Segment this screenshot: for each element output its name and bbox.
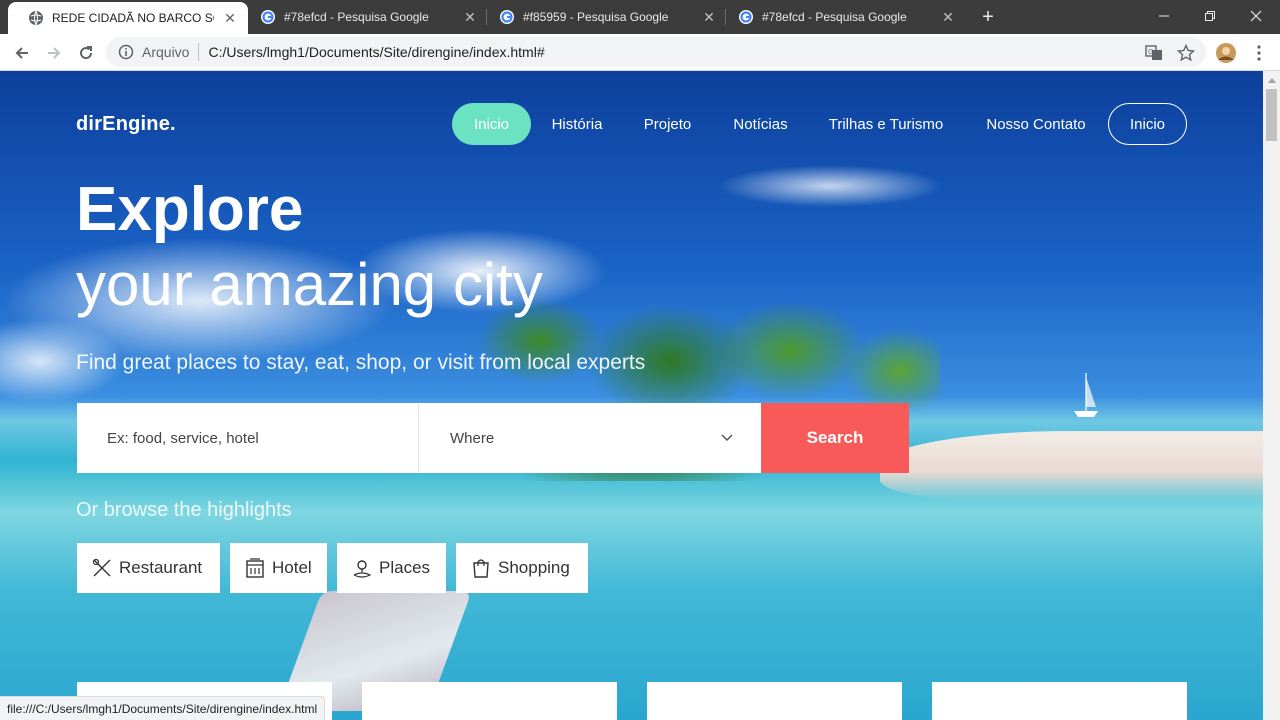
search-form: Ex: food, service, hotel Where Search <box>77 403 909 473</box>
category-shopping[interactable]: Shopping <box>456 543 588 593</box>
svg-text:G: G <box>1148 48 1153 56</box>
map-pin-icon <box>353 560 372 578</box>
scheme-label: Arquivo <box>142 44 190 60</box>
globe-icon <box>29 10 43 26</box>
category-label: Shopping <box>498 558 570 577</box>
address-bar[interactable]: Arquivo C:/Users/lmgh1/Documents/Site/di… <box>106 37 1206 67</box>
sailboat-image <box>1074 373 1098 417</box>
category-restaurant[interactable]: Restaurant <box>77 543 220 593</box>
browse-highlights-label: Or browse the highlights <box>76 499 292 521</box>
hero-title-light: your amazing city <box>76 251 543 318</box>
feature-card[interactable] <box>647 682 902 720</box>
category-label: Places <box>379 558 431 577</box>
new-tab-icon[interactable]: + <box>976 5 1000 29</box>
hotel-icon <box>246 558 264 578</box>
hero-title: Explore <box>76 175 304 244</box>
page-viewport: dirEngine. Inicio História Projeto Notíc… <box>0 71 1263 720</box>
avatar[interactable] <box>1214 41 1238 65</box>
status-bar: file:///C:/Users/lmgh1/Documents/Site/di… <box>0 696 326 720</box>
omnibox-divider <box>198 43 200 61</box>
category-places[interactable]: Places <box>337 543 446 593</box>
hero-subtitle: Find great places to stay, eat, shop, or… <box>76 351 646 374</box>
google-icon <box>261 10 275 24</box>
page-scrollbar[interactable] <box>1263 71 1280 720</box>
tab-inactive[interactable]: #f85959 - Pesquisa Google ✕ <box>479 0 727 34</box>
tab-title: #f85959 - Pesquisa Google <box>523 10 669 24</box>
tab-active[interactable]: REDE CIDADÃ NO BARCO SOLIDÁ ✕ <box>8 2 248 34</box>
restore-icon[interactable] <box>1187 0 1233 32</box>
google-icon <box>739 10 753 24</box>
nav-historia[interactable]: História <box>541 103 613 145</box>
nav-inicio-outline[interactable]: Inicio <box>1108 103 1187 145</box>
nav-nosso-contato[interactable]: Nosso Contato <box>974 103 1098 145</box>
reload-icon[interactable] <box>72 39 100 67</box>
close-window-icon[interactable] <box>1233 0 1279 32</box>
translate-icon[interactable]: G <box>1142 41 1166 65</box>
tab-close-icon[interactable]: ✕ <box>701 9 717 25</box>
chevron-down-icon <box>721 434 733 442</box>
category-hotel[interactable]: Hotel <box>230 543 327 593</box>
site-logo[interactable]: dirEngine. <box>76 113 176 136</box>
beach-sand-image <box>880 431 1263 501</box>
category-label: Restaurant <box>119 558 203 577</box>
browser-toolbar: Arquivo C:/Users/lmgh1/Documents/Site/di… <box>0 34 1280 71</box>
tab-close-icon[interactable]: ✕ <box>940 9 956 25</box>
bookmark-star-icon[interactable] <box>1174 41 1198 65</box>
search-input[interactable]: Ex: food, service, hotel <box>77 403 419 473</box>
tab-title: #78efcd - Pesquisa Google <box>762 10 907 24</box>
where-select-value: Where <box>450 429 495 447</box>
tab-inactive[interactable]: #78efcd - Pesquisa Google ✕ <box>240 0 488 34</box>
category-label: Hotel <box>272 558 312 577</box>
tab-title: REDE CIDADÃ NO BARCO SOLIDÁ <box>52 11 214 25</box>
tab-close-icon[interactable]: ✕ <box>222 10 238 26</box>
nav-trilhas-turismo[interactable]: Trilhas e Turismo <box>818 103 954 145</box>
scrollbar-thumb[interactable] <box>1266 89 1277 141</box>
minimize-icon[interactable] <box>1141 0 1187 32</box>
tab-close-icon[interactable]: ✕ <box>462 9 478 25</box>
tab-title: #78efcd - Pesquisa Google <box>284 10 429 24</box>
info-icon[interactable] <box>118 44 134 60</box>
url-text[interactable]: C:/Users/lmgh1/Documents/Site/direngine/… <box>208 44 544 60</box>
utensils-icon <box>92 558 111 577</box>
forward-icon[interactable] <box>40 39 68 67</box>
back-icon[interactable] <box>8 39 36 67</box>
search-button[interactable]: Search <box>761 403 909 473</box>
browser-tab-strip: REDE CIDADÃ NO BARCO SOLIDÁ ✕ #78efcd - … <box>0 0 1280 34</box>
nav-projeto[interactable]: Projeto <box>631 103 704 145</box>
scroll-up-icon[interactable] <box>1263 71 1280 88</box>
nav-inicio[interactable]: Inicio <box>452 103 531 145</box>
where-select[interactable]: Where <box>419 403 761 473</box>
shopping-bag-icon <box>473 559 489 578</box>
google-icon <box>500 10 514 24</box>
menu-kebab-icon[interactable] <box>1247 41 1271 65</box>
feature-card[interactable] <box>362 682 617 720</box>
feature-card[interactable] <box>932 682 1187 720</box>
nav-noticias[interactable]: Notícias <box>722 103 799 145</box>
tab-inactive[interactable]: #78efcd - Pesquisa Google ✕ <box>718 0 966 34</box>
